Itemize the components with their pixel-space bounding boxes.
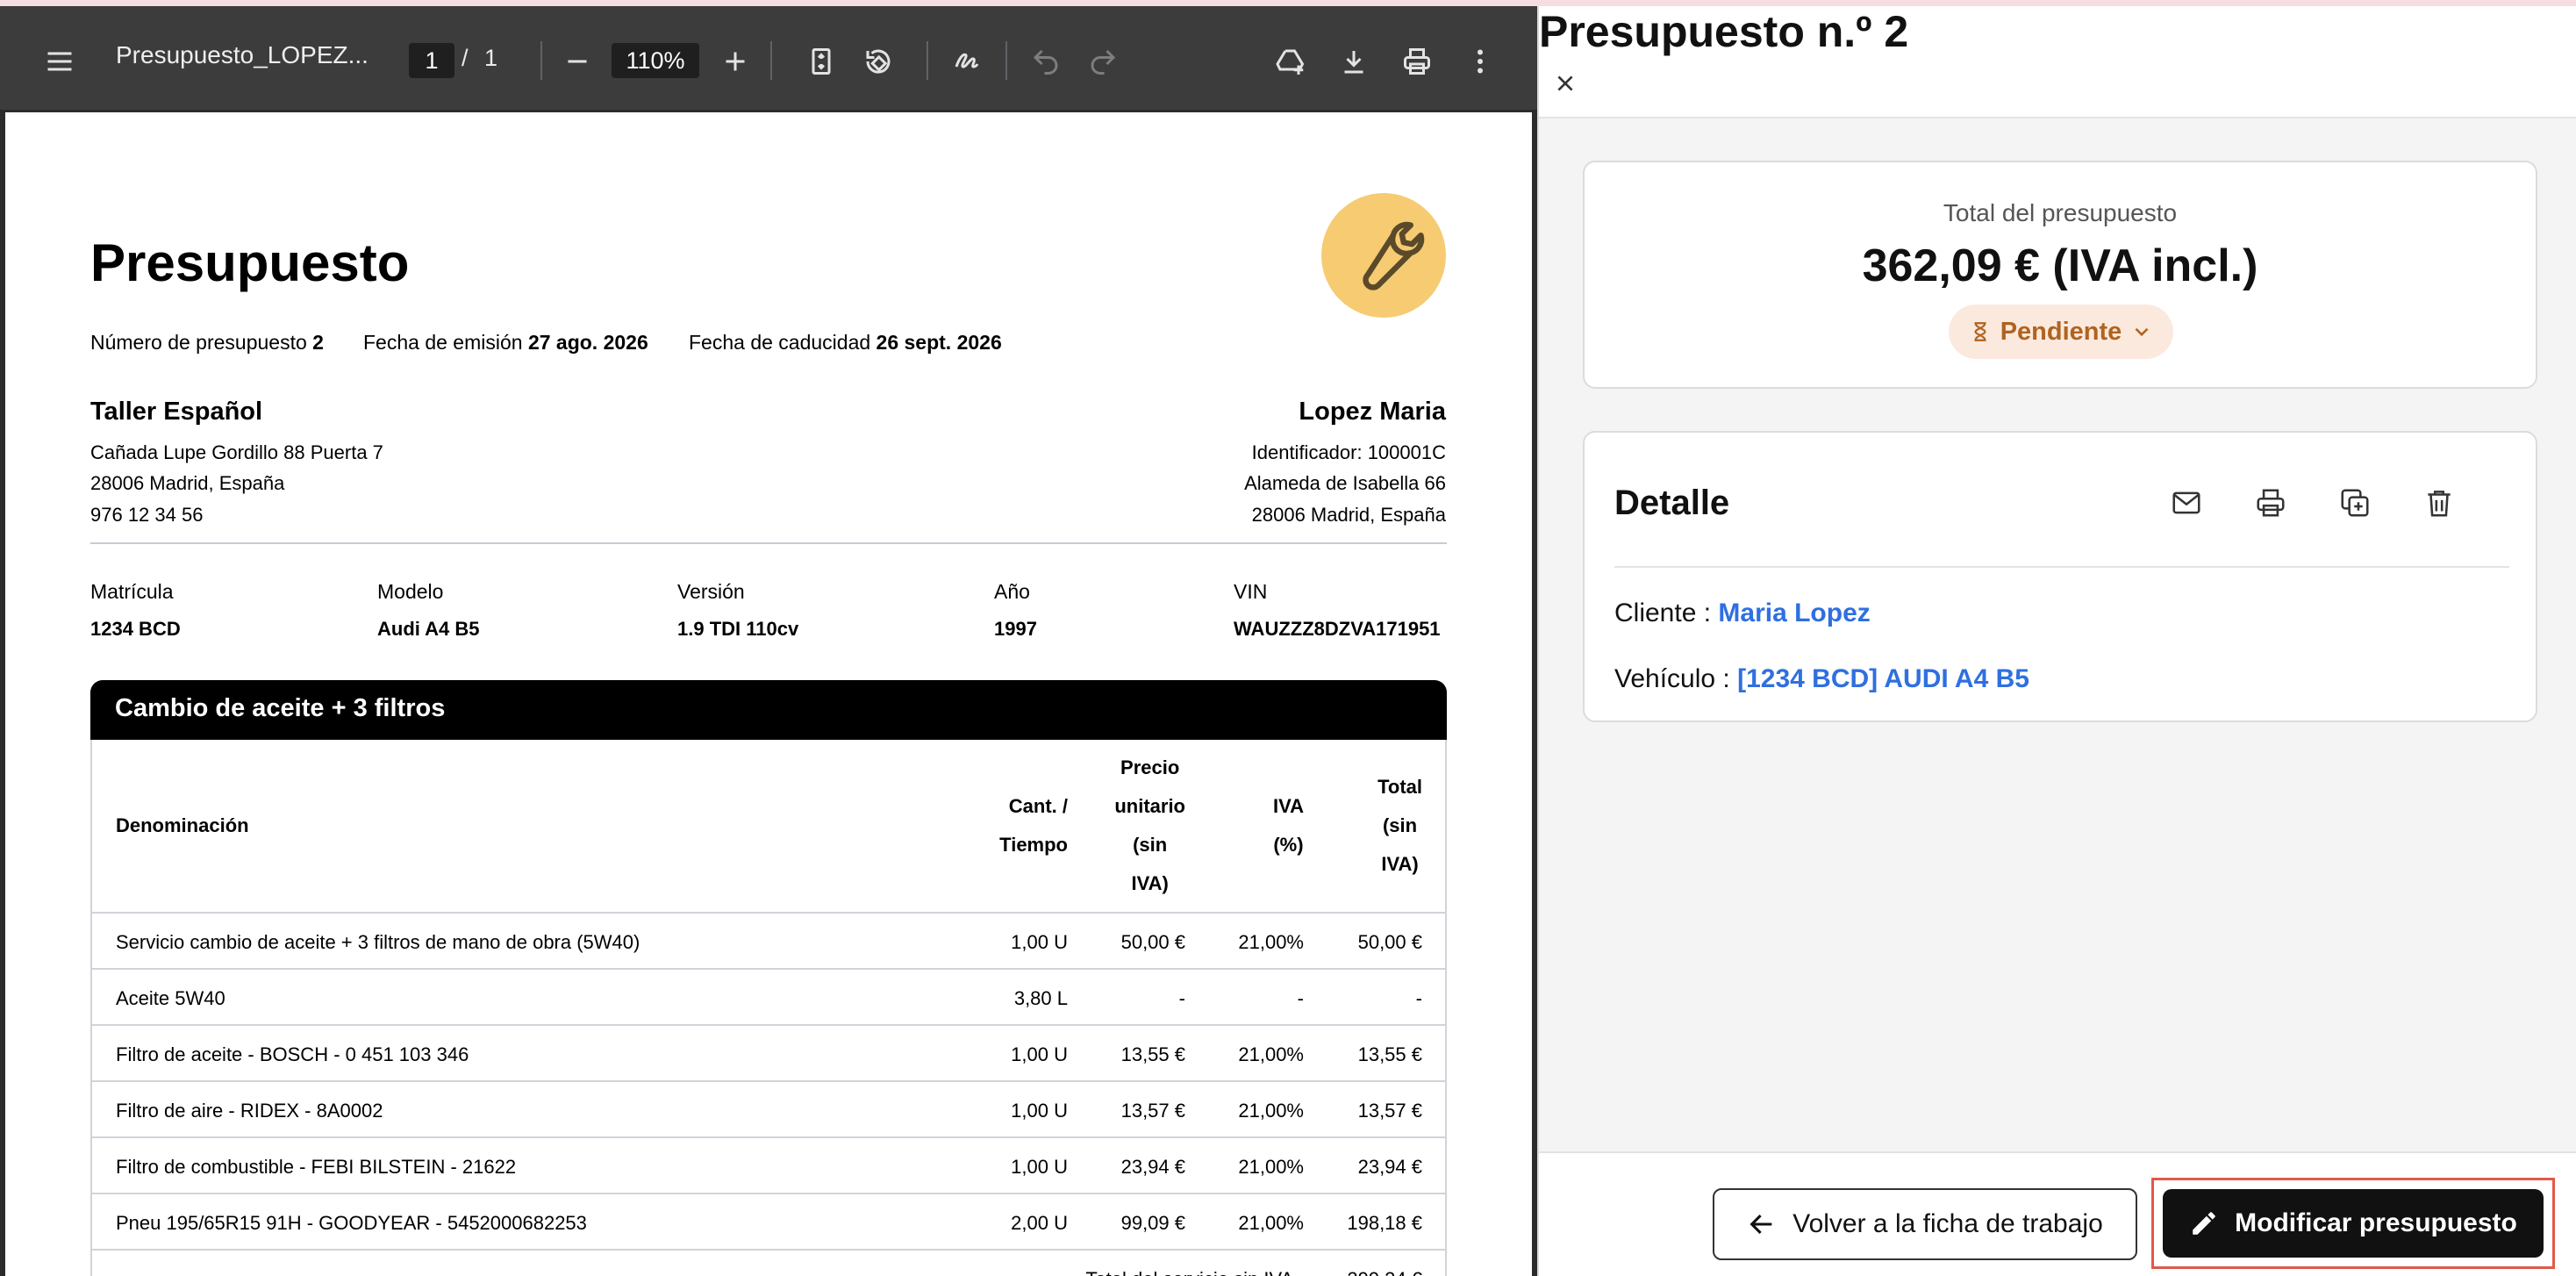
table-row: Filtro de combustible - FEBI BILSTEIN - … [92,1136,1445,1193]
trash-icon[interactable] [2415,478,2464,527]
detail-client: Cliente : Maria Lopez [1614,599,1871,627]
highlight-frame: Modificar presupuesto [2151,1178,2555,1269]
page-fit-icon[interactable] [799,39,843,83]
client-address-1: Alameda de Isabella 66 [1244,472,1446,494]
issue-date: Fecha de emisión 27 ago. 2026 [363,331,648,354]
hourglass-icon [1969,320,1992,343]
redo-icon[interactable] [1081,39,1125,83]
zoom-level[interactable]: 110% [612,43,699,78]
zoom-in-icon[interactable] [713,39,757,83]
expiry-date: Fecha de caducidad 26 sept. 2026 [689,331,1002,354]
version-value: 1.9 TDI 110cv [677,618,799,640]
shop-phone: 976 12 34 56 [90,504,204,526]
toolbar-divider [770,41,772,80]
page-number-input[interactable]: 1 [409,43,454,78]
pdf-viewer: Presupuesto_LOPEZ... 1 / 1 110% Presupue… [0,6,1537,1276]
divider [90,542,1447,544]
edit-budget-button[interactable]: Modificar presupuesto [2163,1189,2544,1258]
header-vat: IVA (%) [1272,795,1304,856]
print-icon[interactable] [2246,478,2295,527]
service-table: Denominación Cant. / Tiempo Precio unitari… [90,740,1447,1276]
service-subtotal: Total del servicio sin IVA 299,24 € [1085,1268,1422,1276]
budget-panel: Presupuesto n.º 2 Total del presupuesto … [1539,6,2576,1276]
year-value: 1997 [994,618,1037,640]
vehicle-link[interactable]: [1234 BCD] AUDI A4 B5 [1737,664,2029,693]
close-icon[interactable] [1539,57,1592,110]
toolbar-divider [1005,41,1007,80]
plate-label: Matrícula [90,580,174,603]
top-strip [0,0,2576,6]
budget-number: Número de presupuesto 2 [90,331,324,354]
detail-card: Detalle Cliente : Maria Lopez Vehículo :… [1583,431,2537,722]
undo-icon[interactable] [1024,39,1068,83]
download-icon[interactable] [1332,39,1376,83]
total-value: 362,09 € (IVA incl.) [1862,240,2258,291]
table-row: Pneu 195/65R15 91H - GOODYEAR - 54520006… [92,1193,1445,1249]
page-separator: / [462,45,469,71]
more-vert-icon[interactable] [1458,39,1502,83]
panel-footer: Volver a la ficha de trabajo Modificar p… [1539,1151,2576,1276]
mail-icon[interactable] [2162,478,2211,527]
page-total: 1 [484,45,498,71]
model-value: Audi A4 B5 [377,618,480,640]
zoom-out-icon[interactable] [555,39,599,83]
document-title: Presupuesto [90,233,410,292]
table-row: Filtro de aire - RIDEX - 8A0002 1,00 U 13,… [92,1080,1445,1136]
client-id: Identificador: 100001C [1251,441,1446,463]
detail-vehicle: Vehículo : [1234 BCD] AUDI A4 B5 [1614,664,2029,693]
vin-value: WAUZZZ8DZVA171951 [1234,618,1441,640]
wrench-icon [1321,193,1446,318]
total-label: Total del presupuesto [1943,199,2178,226]
arrow-left-icon [1747,1209,1777,1239]
total-card: Total del presupuesto 362,09 € (IVA incl… [1583,161,2537,389]
chevron-down-icon [2130,320,2153,343]
shop-name: Taller Español [90,398,263,426]
pencil-icon [2189,1208,2219,1238]
menu-icon[interactable] [38,39,82,83]
table-row: Aceite 5W40 3,80 L--- [92,968,1445,1024]
edit-button-label: Modificar presupuesto [2235,1208,2517,1237]
plate-value: 1234 BCD [90,618,181,640]
panel-title: Presupuesto n.º 2 [1539,7,1909,56]
status-badge[interactable]: Pendiente [1949,305,2173,359]
rotate-icon[interactable] [856,39,900,83]
model-label: Modelo [377,580,444,603]
client-link[interactable]: Maria Lopez [1718,599,1870,627]
vin-label: VIN [1234,580,1268,603]
detail-divider [1614,566,2509,568]
pdf-toolbar: Presupuesto_LOPEZ... 1 / 1 110% [0,6,1537,110]
header-total: Total (sin IVA) [1377,776,1422,875]
table-row: Servicio cambio de aceite + 3 filtros de… [92,912,1445,968]
print-icon[interactable] [1395,39,1439,83]
header-name: Denominación [116,814,249,836]
drive-add-icon[interactable] [1269,39,1313,83]
detail-title: Detalle [1614,484,1730,522]
service-title: Cambio de aceite + 3 filtros [90,680,1447,740]
header-qty: Cant. / Tiempo [999,795,1068,856]
version-label: Versión [677,580,745,603]
back-to-job-button[interactable]: Volver a la ficha de trabajo [1713,1188,2137,1260]
year-label: Año [994,580,1030,603]
toolbar-divider [540,41,542,80]
panel-header: Presupuesto n.º 2 [1539,6,2576,118]
header-unit-price: Precio unitario (sin IVA) [1114,756,1185,894]
toolbar-divider [927,41,928,80]
file-name: Presupuesto_LOPEZ... [116,41,369,68]
client-name: Lopez Maria [1299,398,1446,426]
copy-icon[interactable] [2330,478,2379,527]
shop-address-2: 28006 Madrid, España [90,472,285,494]
back-button-label: Volver a la ficha de trabajo [1792,1209,2103,1238]
shop-address-1: Cañada Lupe Gordillo 88 Puerta 7 [90,441,383,463]
client-address-2: 28006 Madrid, España [1251,504,1446,526]
pdf-page: Presupuesto Número de presupuesto 2 Fech… [5,112,1532,1276]
status-label: Pendiente [2000,317,2122,346]
annotate-icon[interactable] [945,39,989,83]
table-row: Filtro de aceite - BOSCH - 0 451 103 346… [92,1024,1445,1080]
